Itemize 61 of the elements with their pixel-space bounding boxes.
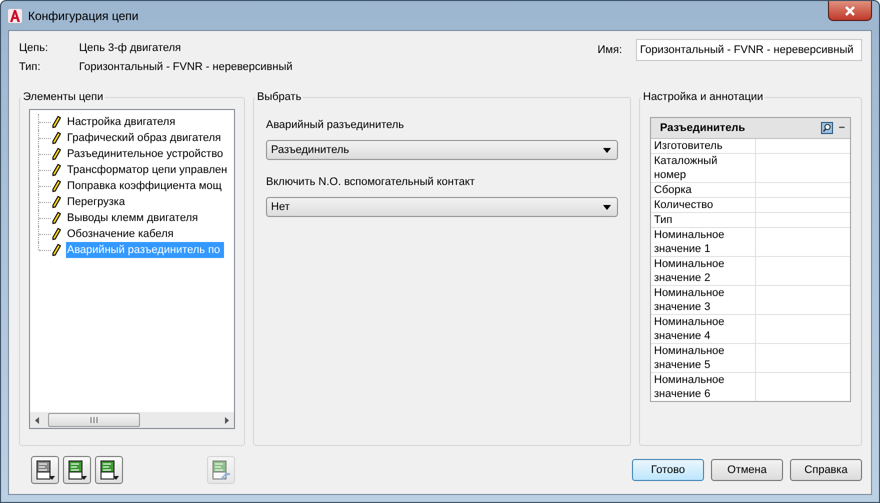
tree-item[interactable]: Поправка коэффициента мощ — [66, 178, 223, 194]
field-label: Аварийный разъединитель — [266, 119, 406, 131]
pencil-icon — [52, 148, 61, 160]
property-name: Количество — [651, 198, 756, 212]
scroll-right-icon[interactable] — [225, 416, 229, 424]
tree-item[interactable]: Разъединительное устройство — [66, 146, 224, 162]
info-value: Цепь 3-ф двигателя — [79, 42, 181, 54]
tree-item[interactable]: Настройка двигателя — [66, 114, 176, 130]
info-label: Тип: — [19, 61, 42, 73]
dialog-button[interactable]: Готово — [632, 459, 704, 481]
property-name: Тип — [651, 213, 756, 227]
tree-item[interactable]: Перегрузка — [66, 194, 126, 210]
window-title: Конфигурация цепи — [28, 8, 138, 22]
property-name: Номинальное значение 3 — [651, 286, 756, 314]
pencil-icon — [52, 116, 61, 128]
list-tool-button[interactable] — [63, 456, 91, 484]
list-tool-button[interactable] — [31, 456, 59, 484]
group-title: Элементы цепи — [22, 91, 104, 103]
info-value: Горизонтальный - FVNR - нереверсивный — [79, 61, 293, 73]
pencil-icon — [52, 228, 61, 240]
caret-icon — [603, 204, 611, 210]
magnifier-icon[interactable] — [820, 121, 834, 135]
collapse-button[interactable]: − — [834, 122, 850, 134]
property-name: Каталожный номер — [651, 154, 756, 182]
group-title: Выбрать — [256, 91, 302, 103]
property-name: Номинальное значение 6 — [651, 373, 756, 401]
dropdown[interactable]: Нет — [266, 197, 618, 217]
pencil-icon — [52, 132, 61, 144]
tree-item[interactable]: Графический образ двигателя — [66, 130, 222, 146]
name-label: Имя: — [598, 44, 622, 56]
close-button[interactable] — [828, 1, 872, 21]
property-name: Номинальное значение 4 — [651, 315, 756, 343]
grid-title: Разъединитель — [660, 122, 746, 134]
property-name: Номинальное значение 2 — [651, 257, 756, 285]
tree-view[interactable] — [29, 109, 235, 429]
tree-item[interactable]: Обозначение кабеля — [66, 226, 175, 242]
property-name: Номинальное значение 1 — [651, 228, 756, 256]
grip-icon — [90, 417, 98, 423]
tree-item[interactable]: Выводы клемм двигателя — [66, 210, 199, 226]
horizontal-scrollbar[interactable] — [30, 412, 234, 428]
list-tool-button[interactable] — [95, 456, 123, 484]
dropdown[interactable]: Разъединитель — [266, 140, 618, 160]
close-icon — [844, 6, 856, 16]
property-name: Номинальное значение 5 — [651, 344, 756, 372]
caret-icon — [603, 148, 611, 152]
pencil-icon — [52, 180, 61, 192]
property-name: Сборка — [651, 183, 756, 197]
scroll-left-icon[interactable] — [35, 416, 39, 424]
pencil-icon — [52, 212, 61, 224]
dialog-button[interactable]: Отмена — [711, 459, 783, 481]
field-label: Включить N.O. вспомогательный контакт — [266, 176, 476, 188]
pencil-icon — [52, 164, 61, 176]
app-logo-icon — [8, 8, 22, 22]
pencil-icon — [52, 196, 61, 208]
name-field[interactable]: Горизонтальный - FVNR - нереверсивный — [636, 39, 862, 61]
group-title: Настройка и аннотации — [642, 91, 764, 103]
property-name: Изготовитель — [651, 139, 756, 153]
dialog-button[interactable]: Справка — [790, 459, 862, 481]
info-label: Цепь: — [19, 42, 49, 54]
pencil-icon — [52, 244, 61, 256]
tree-item[interactable]: Трансформатор цепи управлен — [66, 162, 228, 178]
